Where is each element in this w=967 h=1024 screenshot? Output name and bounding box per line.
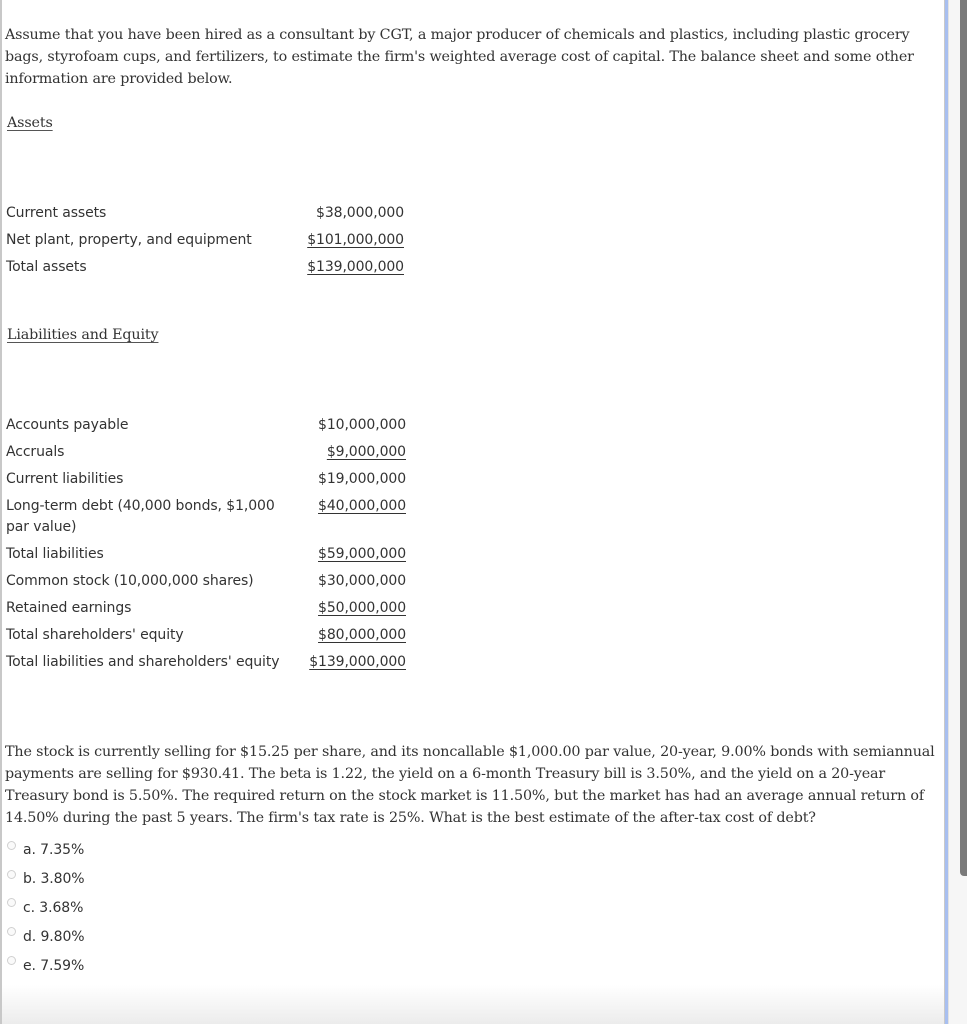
row-label: Total liabilities and shareholders' equi… [6, 654, 280, 670]
table-row: Total liabilities and shareholders' equi… [6, 652, 406, 700]
row-amount: $139,000,000 [294, 652, 406, 700]
answer-option-a[interactable]: a. 7.35% [7, 836, 84, 865]
table-row: Accruals $9,000,000 [6, 442, 406, 469]
row-label: Retained earnings [6, 600, 132, 616]
answer-options: a. 7.35% b. 3.80% c. 3.68% d. 9.80% e. 7… [7, 836, 85, 980]
table-row: Current assets $38,000,000 [6, 203, 404, 230]
answer-option-d[interactable]: d. 9.80% [7, 922, 85, 951]
row-label: Common stock (10,000,000 shares) [6, 573, 254, 589]
table-row: Total assets $139,000,000 [6, 257, 404, 284]
row-label: Current liabilities [6, 471, 124, 487]
assets-heading: Assets [7, 115, 53, 131]
table-row: Common stock (10,000,000 shares) $30,000… [6, 571, 406, 598]
question-page: Assume that you have been hired as a con… [0, 0, 944, 1024]
row-label: Total liabilities [6, 546, 104, 562]
amount-value: $139,000,000 [307, 259, 404, 275]
answer-option-c[interactable]: c. 3.68% [7, 894, 84, 923]
amount-value: $9,000,000 [326, 444, 406, 460]
row-label: Total assets [6, 259, 87, 275]
row-amount: $59,000,000 [294, 544, 406, 571]
table-row: Current liabilities $19,000,000 [6, 469, 406, 496]
assets-table: Current assets $38,000,000 Net plant, pr… [6, 203, 404, 284]
row-amount: $10,000,000 [294, 415, 406, 442]
radio-button-icon[interactable] [7, 869, 16, 879]
amount-value: $38,000,000 [316, 205, 404, 221]
row-amount: $38,000,000 [294, 203, 404, 230]
scrollbar-thumb[interactable] [960, 0, 967, 876]
intro-paragraph: Assume that you have been hired as a con… [5, 27, 914, 87]
row-label: Net plant, property, and equipment [6, 232, 252, 248]
option-label[interactable]: b. 3.80% [23, 869, 85, 889]
amount-value: $139,000,000 [309, 654, 406, 670]
radio-button-icon[interactable] [7, 927, 16, 937]
radio-button-icon[interactable] [7, 840, 16, 850]
table-row: Retained earnings $50,000,000 [6, 598, 406, 625]
row-amount: $80,000,000 [294, 625, 406, 652]
row-label: Long-term debt (40,000 bonds, $1,000 par… [6, 498, 275, 535]
radio-button-icon[interactable] [7, 956, 16, 966]
row-label: Accruals [6, 444, 65, 460]
row-amount: $50,000,000 [294, 598, 406, 625]
option-label[interactable]: a. 7.35% [23, 840, 84, 860]
amount-value: $101,000,000 [307, 232, 404, 248]
row-label: Accounts payable [6, 417, 129, 433]
option-label[interactable]: e. 7.59% [23, 956, 84, 976]
answer-option-e[interactable]: e. 7.59% [7, 951, 84, 980]
option-label[interactable]: c. 3.68% [23, 898, 83, 918]
amount-value: $40,000,000 [318, 498, 406, 514]
table-row: Net plant, property, and equipment $101,… [6, 230, 404, 257]
option-label[interactable]: d. 9.80% [23, 927, 85, 947]
amount-value: $30,000,000 [318, 573, 406, 589]
table-row: Total shareholders' equity $80,000,000 [6, 625, 406, 652]
row-amount: $139,000,000 [294, 257, 404, 284]
row-amount: $30,000,000 [294, 571, 406, 598]
amount-value: $10,000,000 [318, 417, 406, 433]
row-amount: $19,000,000 [294, 469, 406, 496]
radio-button-icon[interactable] [7, 898, 16, 908]
row-amount: $9,000,000 [294, 442, 406, 469]
liabilities-equity-heading: Liabilities and Equity [7, 327, 159, 343]
row-label: Current assets [6, 205, 107, 221]
liabilities-equity-table: Accounts payable $10,000,000 Accruals $9… [6, 415, 406, 700]
table-row: Total liabilities $59,000,000 [6, 544, 406, 571]
amount-value: $19,000,000 [318, 471, 406, 487]
row-amount: $101,000,000 [294, 230, 404, 257]
question-text: The stock is currently selling for $15.2… [5, 744, 935, 826]
table-row: Long-term debt (40,000 bonds, $1,000 par… [6, 496, 406, 544]
amount-value: $59,000,000 [318, 546, 406, 562]
amount-value: $50,000,000 [318, 600, 406, 616]
amount-value: $80,000,000 [318, 627, 406, 643]
table-row: Accounts payable $10,000,000 [6, 415, 406, 442]
row-label: Total shareholders' equity [6, 627, 184, 643]
answer-option-b[interactable]: b. 3.80% [7, 865, 85, 894]
row-amount: $40,000,000 [294, 496, 406, 544]
